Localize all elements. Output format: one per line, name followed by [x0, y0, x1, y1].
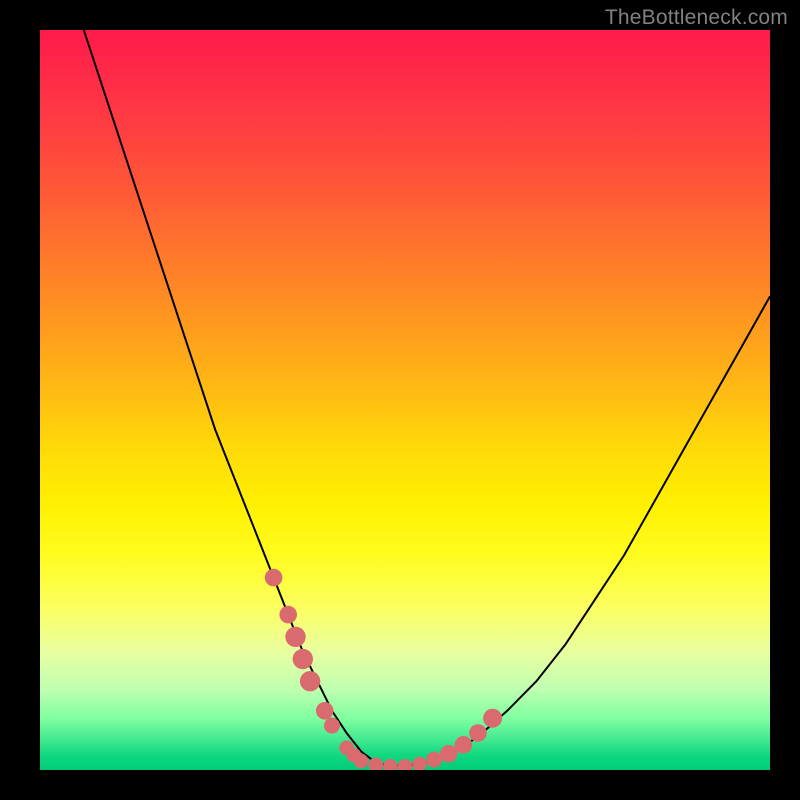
marker-dot — [455, 736, 473, 754]
marker-dot — [293, 649, 313, 669]
chart-stage: TheBottleneck.com — [0, 0, 800, 800]
plot-area — [40, 30, 770, 770]
highlight-markers — [265, 569, 502, 770]
marker-dot — [285, 627, 305, 647]
marker-dot — [316, 702, 334, 720]
marker-dot — [412, 757, 427, 770]
marker-dot — [398, 759, 413, 770]
marker-dot — [300, 671, 320, 691]
marker-dot — [469, 724, 487, 742]
watermark-text: TheBottleneck.com — [605, 6, 788, 30]
marker-dot — [279, 606, 297, 624]
curve-svg — [40, 30, 770, 770]
marker-dot — [354, 754, 369, 769]
marker-dot — [426, 752, 442, 768]
marker-dot — [483, 709, 502, 728]
marker-dot — [265, 569, 283, 587]
marker-dot — [324, 718, 340, 734]
marker-dot — [383, 759, 398, 770]
bottleneck-curve — [84, 30, 770, 766]
marker-dot — [440, 745, 458, 763]
